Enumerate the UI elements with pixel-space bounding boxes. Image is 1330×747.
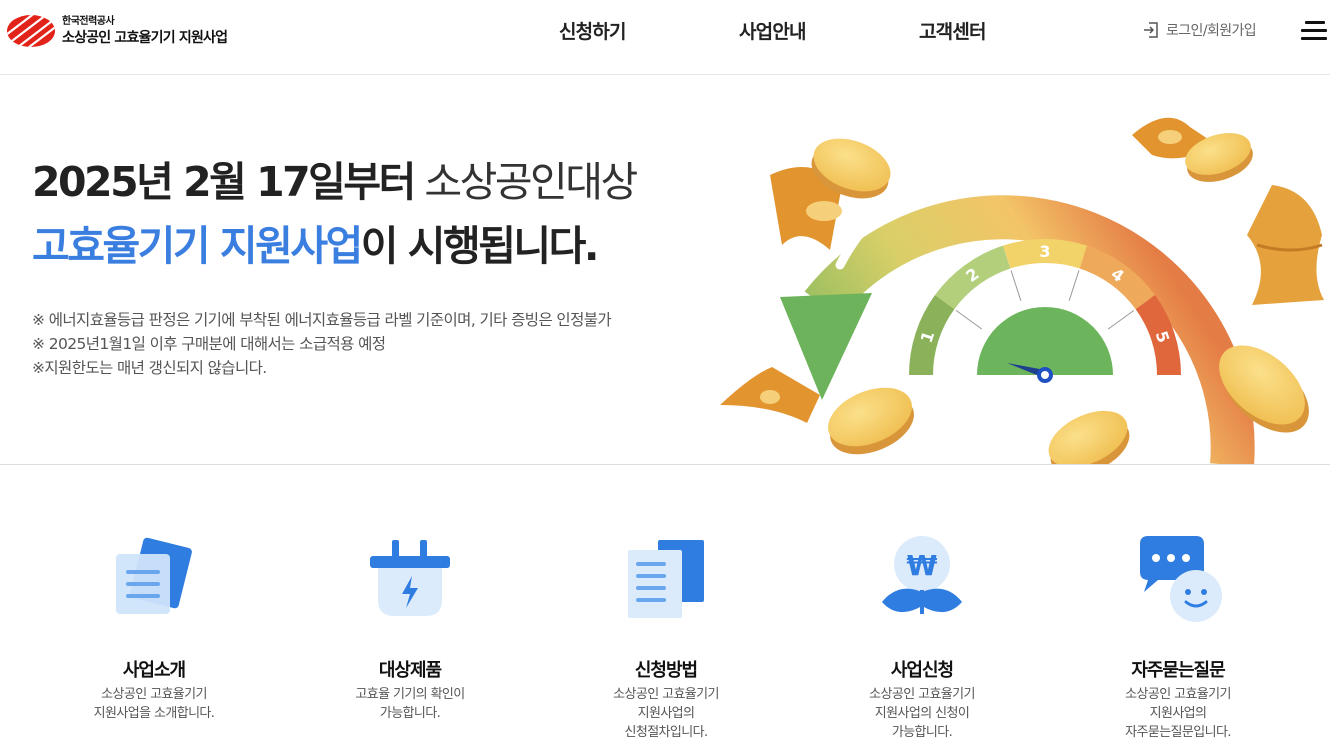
login-icon [1144,22,1158,38]
note-line: ※ 2025년1월1일 이후 구매분에 대해서는 소급적용 예정 [32,335,386,354]
nav-apply[interactable]: 신청하기 [559,17,627,44]
login-signup-link[interactable]: 로그인/회원가입 [1142,20,1257,40]
plug-icon [370,540,450,616]
gauge-tick [955,309,983,330]
service-desc: 소상공인 고효율기기 지원사업의 신청이 가능합니다. [869,687,975,740]
service-desc: 소상공인 고효율기기 지원사업의 신청절차입니다. [613,687,719,740]
documents-icon [628,540,704,618]
document-card-icon [116,537,192,614]
gauge-hub [1037,367,1053,383]
service-title: 사업소개 [122,660,186,681]
site-title: 소상공인 고효율기기 지원사업 [62,30,228,46]
hamburger-menu-icon[interactable] [1301,20,1327,42]
gauge-tick [1107,309,1135,330]
headline-program-name: 고효율기기 지원사업 [32,221,363,270]
service-title: 사업신청 [890,660,954,681]
service-title: 신청방법 [634,660,698,681]
site-logo[interactable]: 한국전력공사 소상공인 고효율기기 지원사업 [6,14,228,48]
kepco-logo-icon [7,15,55,47]
headline-target: 소상공인대상 [413,158,638,206]
hero-notes: ※ 에너지효율등급 판정은 기기에 부착된 에너지효율등급 라벨 기준이며, 기… [32,308,612,381]
svg-text:₩: ₩ [907,549,938,582]
site-header: 한국전력공사 소상공인 고효율기기 지원사업 신청하기 사업안내 고객센터 로그… [0,0,1330,75]
note-line: ※ 에너지효율등급 판정은 기기에 부착된 에너지효율등급 라벨 기준이며, 기… [32,311,612,329]
service-title: 자주묻는질문 [1131,660,1225,681]
service-desc: 고효율 기기의 확인이 가능합니다. [355,687,465,721]
gauge-tick [1010,270,1022,301]
money-bill-icon [720,367,820,423]
coin-icon [828,387,914,455]
nav-customer-center[interactable]: 고객센터 [919,17,987,44]
service-desc: 소상공인 고효율기기 지원사업을 소개합니다. [93,687,215,721]
service-menu: 사업소개 소상공인 고효율기기 지원사업을 소개합니다. 대상제품 고효율 기기… [0,466,1330,747]
headline-suffix: 이 시행됩니다. [360,221,600,270]
gauge-tick [1068,270,1080,301]
gauge-label: 3 [1039,242,1050,261]
service-desc: 소상공인 고효율기기 지원사업의 자주묻는질문입니다. [1125,687,1231,740]
efficiency-gauge-illustration: 12345 [720,117,1324,464]
money-bill-icon [1247,185,1324,305]
service-title: 대상제품 [378,660,442,681]
note-line: ※지원한도는 매년 갱신되지 않습니다. [32,359,267,378]
won-plant-icon: ₩ [882,536,962,614]
login-label: 로그인/회원가입 [1166,23,1257,39]
gauge-dial [977,307,1113,375]
chat-bubble-icon [1140,536,1222,622]
coin-icon [1048,410,1130,464]
headline-date: 2025년 2월 17일부터 [32,158,416,206]
org-name: 한국전력공사 [62,16,115,27]
hero-banner: 2025년 2월 17일부터 소상공인대상 고효율기기 지원사업이 시행됩니다.… [0,75,1330,465]
hero-headline: 2025년 2월 17일부터 소상공인대상 고효율기기 지원사업이 시행됩니다. [32,151,638,279]
nav-program-info[interactable]: 사업안내 [739,17,807,44]
